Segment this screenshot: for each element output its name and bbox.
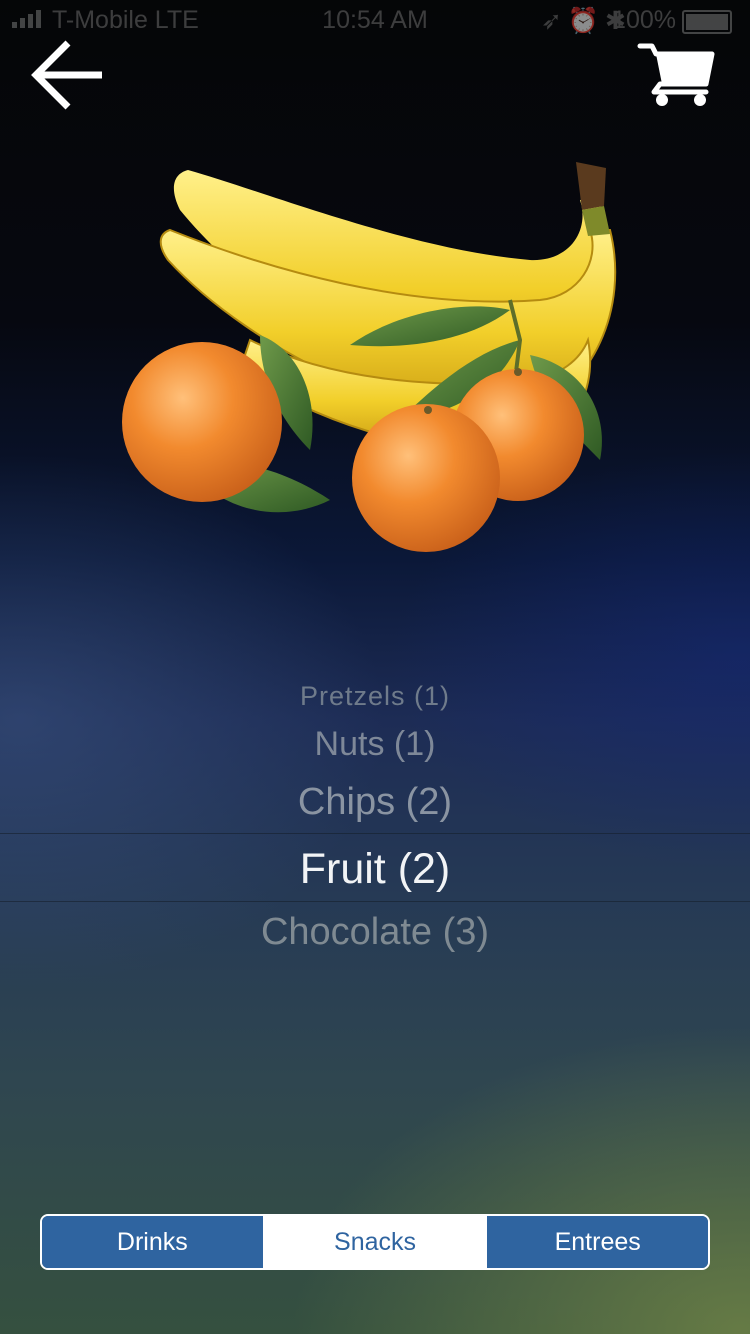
menu-segmented-control: Drinks Snacks Entrees bbox=[40, 1214, 710, 1270]
picker-selection-bottom-line bbox=[0, 901, 750, 902]
product-image bbox=[110, 150, 640, 560]
shopping-cart-icon bbox=[637, 43, 715, 106]
segment-entrees[interactable]: Entrees bbox=[485, 1216, 708, 1268]
battery-percent: 100% bbox=[612, 6, 676, 34]
status-bar: T-Mobile LTE 10:54 AM ➶⏰✱ 100% bbox=[0, 0, 750, 40]
picker-selection-top-line bbox=[0, 833, 750, 834]
cart-button[interactable] bbox=[636, 40, 716, 110]
back-button[interactable] bbox=[28, 38, 108, 114]
picker-option-nuts[interactable]: Nuts (1) bbox=[0, 725, 750, 764]
picker-option-fruit-selected[interactable]: Fruit (2) bbox=[0, 845, 750, 894]
picker-option-chocolate[interactable]: Chocolate (3) bbox=[0, 911, 750, 954]
battery-icon bbox=[682, 10, 732, 34]
arrow-left-icon bbox=[31, 40, 102, 110]
segment-snacks[interactable]: Snacks bbox=[262, 1216, 486, 1268]
picker-option-chips[interactable]: Chips (2) bbox=[0, 781, 750, 824]
category-picker[interactable]: Pretzels (1) Nuts (1) Chips (2) Fruit (2… bbox=[0, 665, 750, 965]
picker-option-pretzels[interactable]: Pretzels (1) bbox=[0, 681, 750, 712]
segment-drinks[interactable]: Drinks bbox=[42, 1216, 263, 1268]
